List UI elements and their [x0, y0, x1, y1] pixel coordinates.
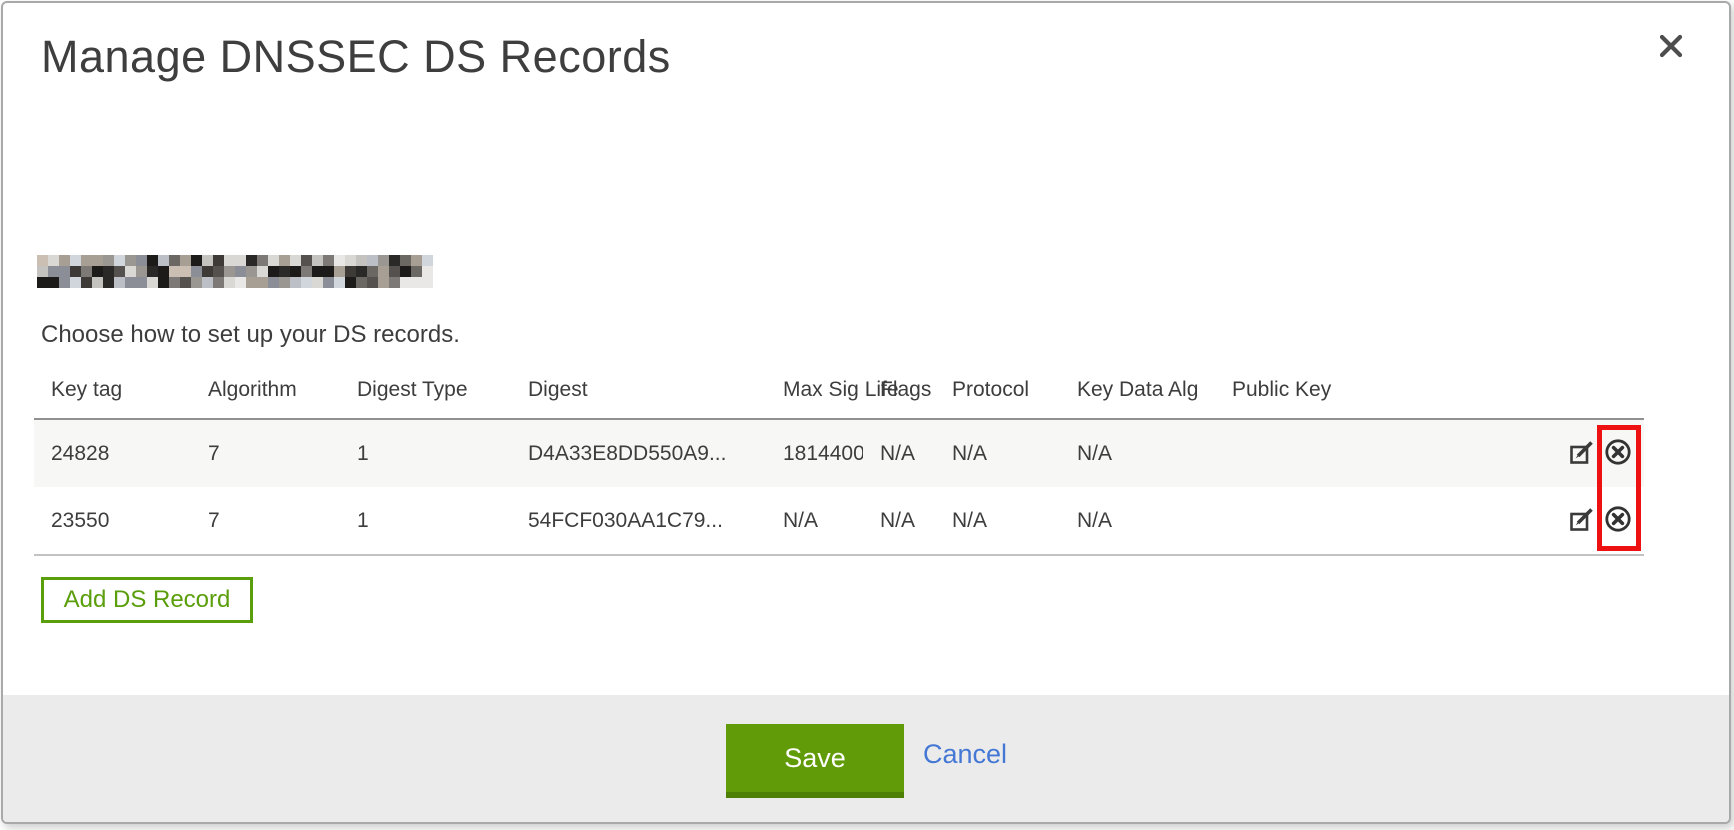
cell-flags: N/A [863, 487, 935, 555]
instruction-text: Choose how to set up your DS records. [41, 321, 460, 349]
cell-digest: 54FCF030AA1C79... [511, 487, 766, 555]
col-header-protocol: Protocol [935, 361, 1060, 419]
cell-key-data-alg: N/A [1060, 419, 1215, 487]
col-header-digest: Digest [511, 361, 766, 419]
col-header-actions [1561, 361, 1644, 419]
delete-record-button[interactable] [1604, 440, 1632, 468]
col-header-key-tag: Key tag [34, 361, 191, 419]
edit-record-button[interactable] [1568, 440, 1595, 468]
dialog-footer: Save Cancel [3, 695, 1729, 822]
col-header-algorithm: Algorithm [191, 361, 340, 419]
cell-actions [1561, 419, 1644, 487]
edit-record-button[interactable] [1568, 507, 1595, 535]
cell-digest: D4A33E8DD550A9... [511, 419, 766, 487]
cell-public-key [1215, 419, 1561, 487]
col-header-public-key: Public Key [1215, 361, 1561, 419]
delete-circle-x-icon [1604, 438, 1632, 469]
cancel-link[interactable]: Cancel [923, 739, 1007, 770]
cell-digest-type: 1 [340, 487, 511, 555]
save-button[interactable]: Save [726, 724, 904, 798]
cell-digest-type: 1 [340, 419, 511, 487]
table-header-row: Key tag Algorithm Digest Type Digest Max… [34, 361, 1644, 419]
cell-protocol: N/A [935, 419, 1060, 487]
cell-flags: N/A [863, 419, 935, 487]
cell-public-key [1215, 487, 1561, 555]
edit-pencil-square-icon [1568, 506, 1595, 536]
close-button[interactable] [1651, 27, 1691, 67]
cell-actions [1561, 487, 1644, 555]
cell-max-sig-life: N/A [766, 487, 863, 555]
col-header-max-sig-life: Max Sig Life [766, 361, 863, 419]
table-row: 24828 7 1 D4A33E8DD550A9... 1814400 N/A … [34, 419, 1644, 487]
cell-key-data-alg: N/A [1060, 487, 1215, 555]
redacted-domain-name [37, 255, 433, 288]
close-icon [1656, 31, 1686, 64]
ds-records-table: Key tag Algorithm Digest Type Digest Max… [34, 361, 1644, 556]
cell-key-tag: 23550 [34, 487, 191, 555]
cell-algorithm: 7 [191, 419, 340, 487]
cell-protocol: N/A [935, 487, 1060, 555]
manage-dnssec-dialog: Manage DNSSEC DS Records Choose how to s… [1, 1, 1731, 824]
delete-circle-x-icon [1604, 505, 1632, 536]
col-header-key-data-alg: Key Data Alg [1060, 361, 1215, 419]
cell-key-tag: 24828 [34, 419, 191, 487]
add-ds-record-button[interactable]: Add DS Record [41, 577, 253, 623]
delete-record-button[interactable] [1604, 507, 1632, 535]
cell-algorithm: 7 [191, 487, 340, 555]
col-header-digest-type: Digest Type [340, 361, 511, 419]
edit-pencil-square-icon [1568, 439, 1595, 469]
cell-max-sig-life: 1814400 [766, 419, 863, 487]
table-row: 23550 7 1 54FCF030AA1C79... N/A N/A N/A … [34, 487, 1644, 555]
page-title: Manage DNSSEC DS Records [41, 31, 671, 83]
